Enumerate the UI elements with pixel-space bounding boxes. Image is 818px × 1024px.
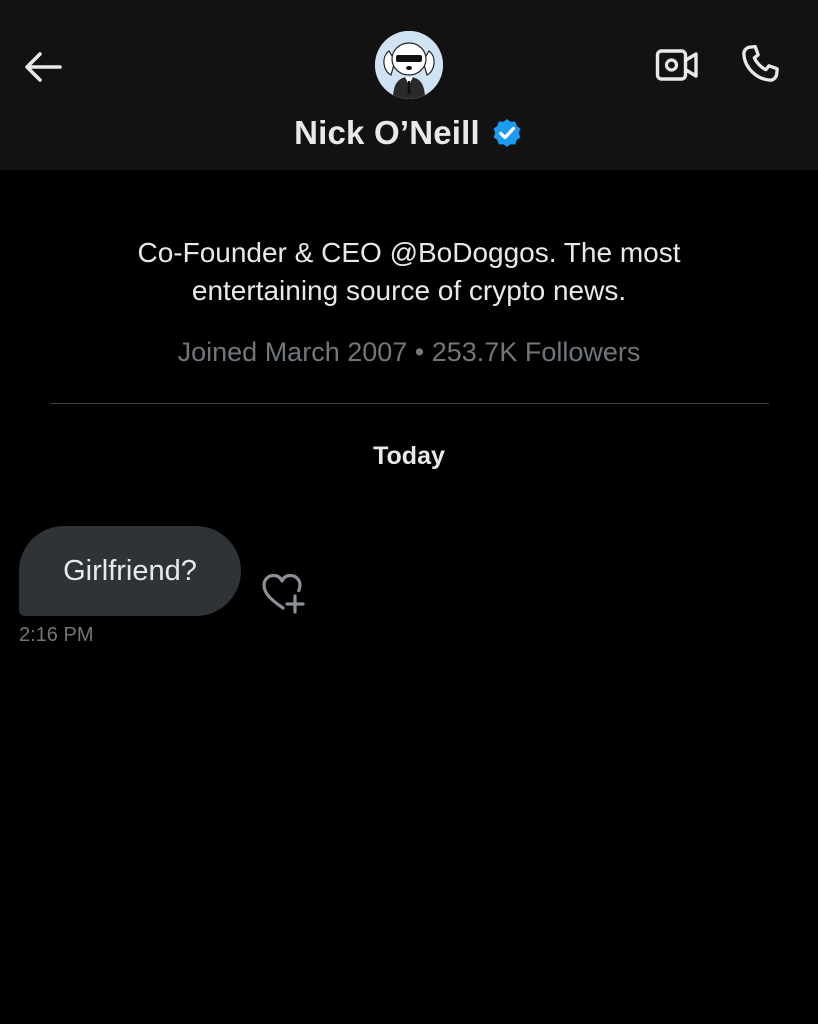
video-camera-icon (655, 49, 698, 81)
message-timestamp: 2:16 PM (19, 624, 94, 646)
contact-name: Nick O’Neill (294, 114, 480, 151)
bio-line: Co-Founder & CEO @BoDoggos. The most (137, 237, 681, 268)
arrow-left-icon (25, 52, 62, 82)
avatar[interactable] (375, 31, 443, 99)
divider (50, 403, 769, 404)
profile-bio: Co-Founder & CEO @BoDoggos. The most ent… (60, 234, 758, 310)
conversation-header: Nick O’Neill (0, 0, 818, 170)
verified-badge-icon (490, 116, 524, 150)
add-reaction-button[interactable] (258, 570, 310, 616)
joined-date: Joined March 2007 (177, 337, 408, 367)
video-call-button[interactable] (650, 40, 704, 90)
dog-avatar-icon (375, 31, 443, 99)
message-bubble[interactable]: Girlfriend? (19, 526, 241, 616)
followers-count[interactable]: 253.7K Followers (432, 337, 641, 367)
phone-icon (742, 44, 779, 82)
bio-line: entertaining source of crypto news. (191, 275, 627, 306)
profile-meta: Joined March 2007 • 253.7K Followers (60, 334, 758, 370)
contact-name-row[interactable]: Nick O’Neill (0, 108, 818, 158)
voice-call-button[interactable] (734, 38, 786, 90)
message-text: Girlfriend? (63, 554, 197, 587)
date-separator: Today (373, 442, 445, 470)
back-button[interactable] (20, 44, 66, 90)
heart-plus-icon (262, 573, 305, 614)
meta-separator: • (407, 337, 432, 367)
